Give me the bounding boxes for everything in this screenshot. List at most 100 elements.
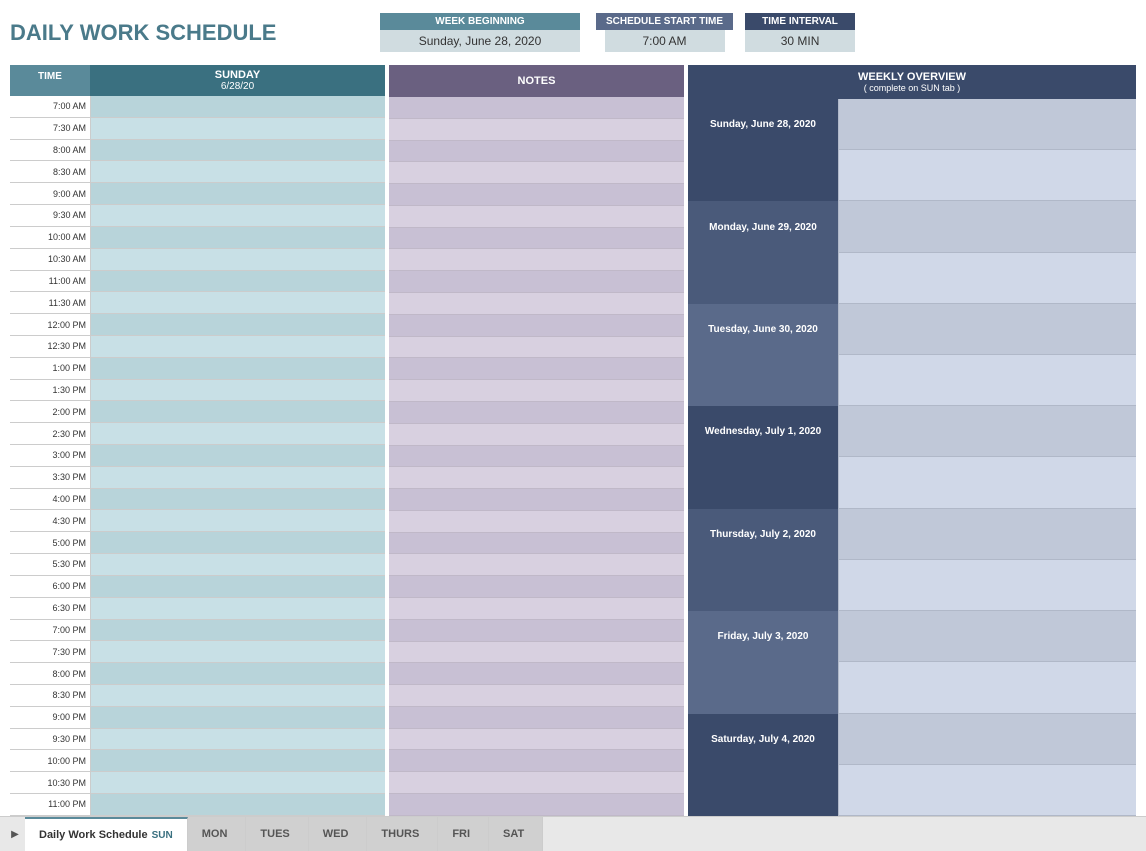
tab-tues[interactable]: TUES [246,817,308,851]
day-cell[interactable] [90,554,385,576]
notes-row[interactable] [389,271,684,293]
schedule-header: TIME SUNDAY 6/28/20 [10,65,385,96]
day-cell[interactable] [90,750,385,772]
weekly-day-cell[interactable] [838,253,1136,304]
day-name: SUNDAY [92,69,383,81]
weekly-day-cell[interactable] [838,662,1136,713]
day-cell[interactable] [90,336,385,358]
time-cell: 2:30 PM [10,423,90,445]
tab-thurs[interactable]: THURS [367,817,438,851]
day-cell[interactable] [90,685,385,707]
notes-row[interactable] [389,358,684,380]
time-cell: 3:00 PM [10,445,90,467]
notes-row[interactable] [389,446,684,468]
day-cell[interactable] [90,118,385,140]
day-cell[interactable] [90,576,385,598]
weekly-day-cell[interactable] [838,509,1136,560]
notes-row[interactable] [389,533,684,555]
day-cell[interactable] [90,380,385,402]
notes-row[interactable] [389,620,684,642]
weekly-day-label: Wednesday, July 1, 2020 [688,406,838,457]
notes-row[interactable] [389,467,684,489]
day-cell[interactable] [90,467,385,489]
week-beginning-value[interactable]: Sunday, June 28, 2020 [380,30,580,52]
notes-row[interactable] [389,293,684,315]
weekly-day-cell[interactable] [838,355,1136,406]
notes-row[interactable] [389,750,684,772]
notes-row[interactable] [389,554,684,576]
weekly-day-cell[interactable] [838,560,1136,611]
notes-row[interactable] [389,663,684,685]
day-cell[interactable] [90,401,385,423]
notes-row[interactable] [389,729,684,751]
weekly-day-cell[interactable] [838,201,1136,252]
notes-row[interactable] [389,402,684,424]
day-cell[interactable] [90,489,385,511]
time-interval-label: TIME INTERVAL [745,13,855,30]
time-cell: 7:00 PM [10,620,90,642]
tab-wed[interactable]: WED [309,817,368,851]
day-cell[interactable] [90,423,385,445]
tab-sun[interactable]: Daily Work Schedule SUN [25,817,188,851]
tab-mon[interactable]: MON [188,817,247,851]
weekly-day-cell[interactable] [838,457,1136,508]
weekly-day-cell[interactable] [838,150,1136,201]
day-cell[interactable] [90,707,385,729]
notes-row[interactable] [389,576,684,598]
notes-row[interactable] [389,184,684,206]
notes-row[interactable] [389,119,684,141]
notes-row[interactable] [389,707,684,729]
notes-row[interactable] [389,337,684,359]
notes-row[interactable] [389,642,684,664]
day-cell[interactable] [90,532,385,554]
weekly-day-cell[interactable] [838,714,1136,765]
day-cell[interactable] [90,249,385,271]
day-cell[interactable] [90,314,385,336]
notes-row[interactable] [389,206,684,228]
time-interval-value[interactable]: 30 MIN [745,30,855,52]
notes-row[interactable] [389,489,684,511]
day-cell[interactable] [90,96,385,118]
day-cell[interactable] [90,183,385,205]
weekly-day-cell[interactable] [838,611,1136,662]
day-cell[interactable] [90,140,385,162]
day-cell[interactable] [90,271,385,293]
notes-row[interactable] [389,380,684,402]
day-cell[interactable] [90,641,385,663]
day-cell[interactable] [90,358,385,380]
day-cell[interactable] [90,227,385,249]
day-cell[interactable] [90,663,385,685]
notes-row[interactable] [389,511,684,533]
day-cell[interactable] [90,729,385,751]
weekly-day-cell[interactable] [838,304,1136,355]
notes-row[interactable] [389,315,684,337]
weekly-day-row: Friday, July 3, 2020 [688,611,1136,662]
day-cell[interactable] [90,292,385,314]
day-cell[interactable] [90,598,385,620]
day-cell[interactable] [90,205,385,227]
weekly-day-cell[interactable] [838,406,1136,457]
day-cell[interactable] [90,445,385,467]
weekly-day-cell[interactable] [838,99,1136,150]
day-cell[interactable] [90,794,385,816]
weekly-day-cell[interactable] [838,765,1136,816]
tab-sat[interactable]: SAT [489,817,543,851]
notes-row[interactable] [389,685,684,707]
day-cell[interactable] [90,161,385,183]
notes-row[interactable] [389,141,684,163]
notes-row[interactable] [389,424,684,446]
day-cell[interactable] [90,620,385,642]
notes-row[interactable] [389,772,684,794]
notes-row[interactable] [389,249,684,271]
schedule-start-value[interactable]: 7:00 AM [605,30,725,52]
day-cell[interactable] [90,510,385,532]
tab-nav-left[interactable]: ▶ [5,817,25,851]
notes-row[interactable] [389,97,684,119]
notes-row[interactable] [389,162,684,184]
weekly-day-row [688,560,1136,611]
day-cell[interactable] [90,772,385,794]
notes-row[interactable] [389,228,684,250]
notes-row[interactable] [389,794,684,816]
tab-fri[interactable]: FRI [438,817,489,851]
notes-row[interactable] [389,598,684,620]
